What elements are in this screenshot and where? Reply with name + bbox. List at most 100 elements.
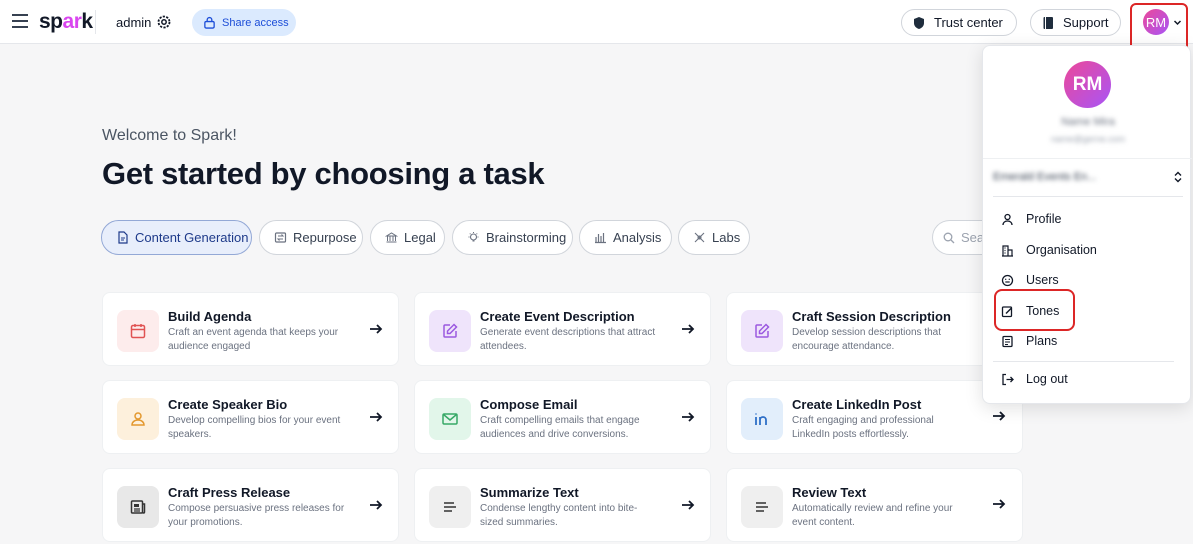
card-description: Generate event descriptions that attract…	[480, 327, 656, 352]
edit-icon	[741, 310, 783, 352]
arrow-right-icon	[370, 500, 383, 510]
repurpose-icon	[274, 232, 287, 243]
menu-item-organisation[interactable]: Organisation	[1001, 239, 1171, 261]
tab-legal[interactable]: Legal	[370, 220, 445, 255]
file-list-icon	[1002, 335, 1013, 347]
tab-label: Labs	[712, 230, 741, 245]
search-icon	[943, 232, 955, 243]
task-card-review-text[interactable]: Review Text Automatically review and ref…	[726, 468, 1023, 542]
menu-item-plans[interactable]: Plans	[1001, 330, 1171, 352]
card-description: Craft compelling emails that engage audi…	[480, 415, 640, 440]
logout-icon	[1002, 373, 1014, 385]
task-card-create-linkedin-post[interactable]: Create LinkedIn Post Craft engaging and …	[726, 380, 1023, 454]
card-title: Create Speaker Bio	[168, 397, 288, 412]
edit-icon	[429, 310, 471, 352]
divider	[95, 10, 96, 34]
bank-icon	[385, 232, 398, 243]
bar-chart-icon	[595, 233, 606, 244]
user-icon	[1002, 213, 1013, 225]
card-title: Craft Press Release	[168, 485, 291, 500]
arrow-right-icon	[682, 412, 695, 422]
arrow-right-icon	[993, 499, 1006, 509]
card-title: Craft Session Description	[792, 309, 951, 324]
menu-item-label: Log out	[1026, 372, 1068, 386]
app-logo[interactable]: spark	[39, 10, 93, 34]
tab-content-generation[interactable]: Content Generation	[101, 220, 252, 255]
menu-item-logout[interactable]: Log out	[1001, 368, 1171, 390]
card-title: Compose Email	[480, 397, 578, 412]
card-title: Summarize Text	[480, 485, 579, 500]
chevron-updown-icon	[1174, 171, 1182, 183]
trust-center-button[interactable]: Trust center	[901, 9, 1017, 36]
chevron-down-icon[interactable]	[1173, 18, 1182, 27]
menu-item-tones[interactable]: Tones	[1001, 300, 1171, 322]
document-icon	[118, 231, 128, 244]
card-description: Develop session descriptions that encour…	[792, 327, 941, 352]
card-title: Create LinkedIn Post	[792, 397, 922, 412]
task-card-compose-email[interactable]: Compose Email Craft compelling emails th…	[414, 380, 711, 454]
text-lines-icon	[429, 486, 471, 528]
organisation-select[interactable]: Emerald Events En...	[993, 166, 1183, 188]
task-card-build-agenda[interactable]: Build Agenda Craft an event agenda that …	[102, 292, 399, 366]
menu-item-label: Profile	[1026, 212, 1062, 226]
tab-label: Brainstorming	[486, 230, 567, 245]
hamburger-menu-icon[interactable]	[12, 13, 30, 29]
smiley-icon	[1001, 274, 1014, 286]
welcome-text: Welcome to Spark!	[102, 127, 237, 144]
arrow-right-icon	[682, 324, 695, 334]
card-title: Build Agenda	[168, 309, 252, 324]
tab-brainstorming[interactable]: Brainstorming	[452, 220, 573, 255]
task-card-create-event-description[interactable]: Create Event Description Generate event …	[414, 292, 711, 366]
user-menu-dropdown: RM Name Mira name@gerne.com Emerald Even…	[982, 45, 1192, 404]
tab-label: Analysis	[613, 230, 662, 245]
users-icon	[117, 398, 159, 440]
page-title: Get started by choosing a task	[102, 156, 545, 191]
newspaper-icon	[117, 486, 159, 528]
tab-label: Legal	[404, 230, 436, 245]
card-title: Review Text	[792, 485, 867, 500]
menu-item-profile[interactable]: Profile	[1001, 208, 1171, 230]
arrow-right-icon	[370, 412, 383, 422]
task-card-craft-press-release[interactable]: Craft Press Release Compose persuasive p…	[102, 468, 399, 542]
mail-icon	[429, 398, 471, 440]
tab-label: Repurpose	[293, 230, 357, 245]
org-name: admin	[116, 15, 152, 30]
task-card-summarize-text[interactable]: Summarize Text Condense lengthy content …	[414, 468, 711, 542]
support-button[interactable]: Support	[1030, 9, 1121, 36]
user-name: Name Mira	[1061, 116, 1115, 128]
building-icon	[1002, 244, 1013, 257]
lightbulb-icon	[468, 232, 479, 242]
arrow-right-icon	[370, 324, 383, 334]
gear-icon[interactable]	[156, 14, 172, 30]
divider	[993, 361, 1174, 362]
tab-label: Content Generation	[135, 230, 249, 245]
share-access-button[interactable]: Share access	[192, 9, 296, 36]
lock-share-icon	[204, 16, 215, 29]
share-access-label: Share access	[222, 16, 289, 29]
avatar: RM	[1064, 61, 1111, 108]
search-placeholder: Sea	[961, 230, 985, 245]
tone-edit-icon	[1001, 305, 1013, 317]
task-card-craft-session-description[interactable]: Craft Session Description Develop sessio…	[726, 292, 1023, 366]
tab-labs[interactable]: Labs	[678, 220, 750, 255]
text-lines-icon	[741, 486, 783, 528]
shield-icon	[914, 16, 924, 29]
card-description: Compose persuasive press releases for yo…	[168, 503, 345, 528]
menu-item-label: Plans	[1026, 334, 1058, 348]
tab-analysis[interactable]: Analysis	[579, 220, 672, 255]
card-description: Develop compelling bios for your event s…	[168, 415, 341, 440]
card-description: Craft an event agenda that keeps your au…	[168, 327, 339, 352]
task-card-create-speaker-bio[interactable]: Create Speaker Bio Develop compelling bi…	[102, 380, 399, 454]
divider	[983, 158, 1192, 159]
support-label: Support	[1063, 15, 1109, 30]
user-email: name@gerne.com	[1050, 134, 1126, 144]
card-title: Create Event Description	[480, 309, 635, 324]
top-bar: spark admin Share access Trust center Su…	[0, 0, 1193, 44]
card-description: Condense lengthy content into bite-sized…	[480, 503, 638, 528]
arrow-right-icon	[993, 411, 1006, 421]
menu-item-users[interactable]: Users	[1001, 269, 1171, 291]
book-icon	[1043, 16, 1053, 29]
tab-repurpose[interactable]: Repurpose	[259, 220, 363, 255]
user-avatar-button[interactable]: RM	[1143, 9, 1169, 35]
calendar-icon	[117, 310, 159, 352]
